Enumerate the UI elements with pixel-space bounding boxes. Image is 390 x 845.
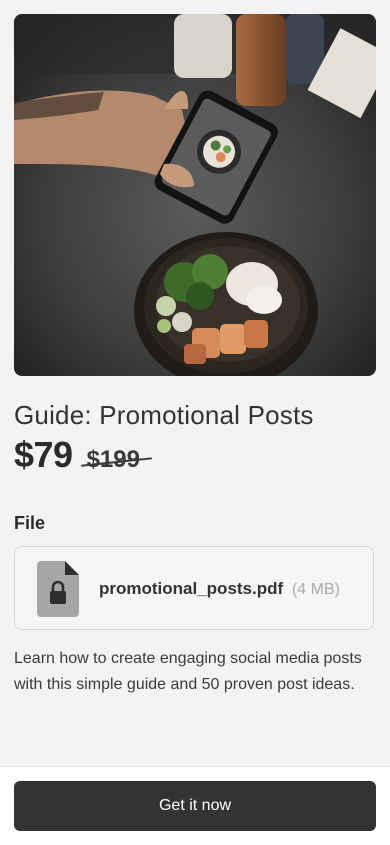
get-it-now-button[interactable]: Get it now bbox=[14, 781, 376, 831]
original-price: $199 bbox=[80, 446, 152, 474]
product-title: Guide: Promotional Posts bbox=[14, 400, 314, 430]
current-price: $79 bbox=[14, 434, 73, 475]
locked-file-icon bbox=[37, 561, 79, 617]
price-row: $79 $199 bbox=[14, 434, 152, 478]
food-photo bbox=[14, 14, 376, 376]
file-size: (4 MB) bbox=[291, 581, 340, 598]
product-description: Learn how to create engaging social medi… bbox=[14, 650, 362, 693]
file-name: promotional_posts.pdf bbox=[99, 579, 284, 598]
bottom-action-bar: Get it now bbox=[0, 766, 390, 845]
file-name-row: promotional_posts.pdf (4 MB) bbox=[99, 579, 340, 599]
product-image bbox=[14, 14, 376, 376]
file-card: promotional_posts.pdf (4 MB) bbox=[14, 546, 374, 630]
file-section-heading: File bbox=[14, 513, 46, 533]
